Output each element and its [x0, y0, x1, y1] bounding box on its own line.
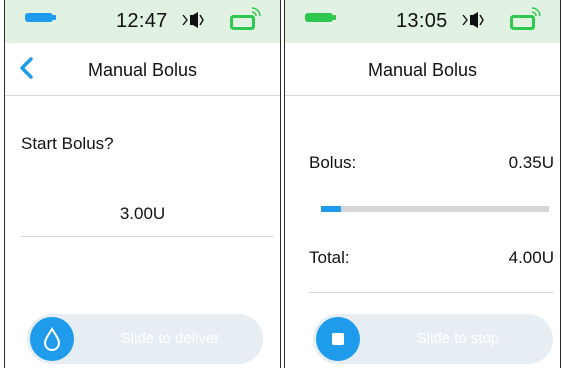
total-value: 4.00U	[508, 248, 554, 267]
slider-label: Slide to deliver	[120, 330, 220, 347]
screen-header: Manual Bolus	[5, 43, 280, 96]
drop-icon	[43, 327, 61, 351]
slider-label: Slide to stop	[416, 330, 500, 347]
page-title: Manual Bolus	[367, 60, 478, 80]
status-bar: 12:47	[5, 0, 280, 43]
divider	[21, 236, 274, 237]
status-bar: 13:05	[285, 0, 560, 43]
signal-icon	[510, 7, 541, 30]
status-time: 13:05	[396, 10, 448, 32]
bolus-prompt: Start Bolus?	[21, 134, 114, 153]
battery-icon	[305, 13, 336, 22]
page-title: Manual Bolus	[87, 60, 198, 80]
total-label: Total:	[309, 248, 350, 267]
vibrate-icon	[462, 12, 484, 28]
status-time: 12:47	[116, 10, 168, 32]
divider	[309, 292, 554, 293]
slider-knob[interactable]	[30, 317, 74, 361]
signal-icon	[230, 7, 261, 30]
vibrate-icon	[182, 12, 204, 28]
bolus-label: Bolus:	[309, 153, 357, 172]
battery-icon	[25, 13, 56, 22]
bolus-progress-fill	[321, 206, 341, 212]
slide-to-stop-slider[interactable]: Slide to stop	[313, 314, 553, 364]
bolus-value: 0.35U	[508, 153, 554, 172]
delivering-bolus-screen: 13:05 Manual Bolus Bolus: 0.35U Total: 4…	[284, 0, 561, 368]
bolus-amount: 3.00U	[119, 204, 166, 223]
confirm-bolus-screen: 12:47 Manual Bolus Start Bolus? 3.00U Sl…	[4, 0, 281, 368]
slide-to-deliver-slider[interactable]: Slide to deliver	[27, 314, 263, 364]
screen-header: Manual Bolus	[285, 43, 560, 96]
stop-icon	[332, 333, 344, 345]
bolus-progress-bar	[321, 206, 549, 212]
slider-knob[interactable]	[316, 317, 360, 361]
